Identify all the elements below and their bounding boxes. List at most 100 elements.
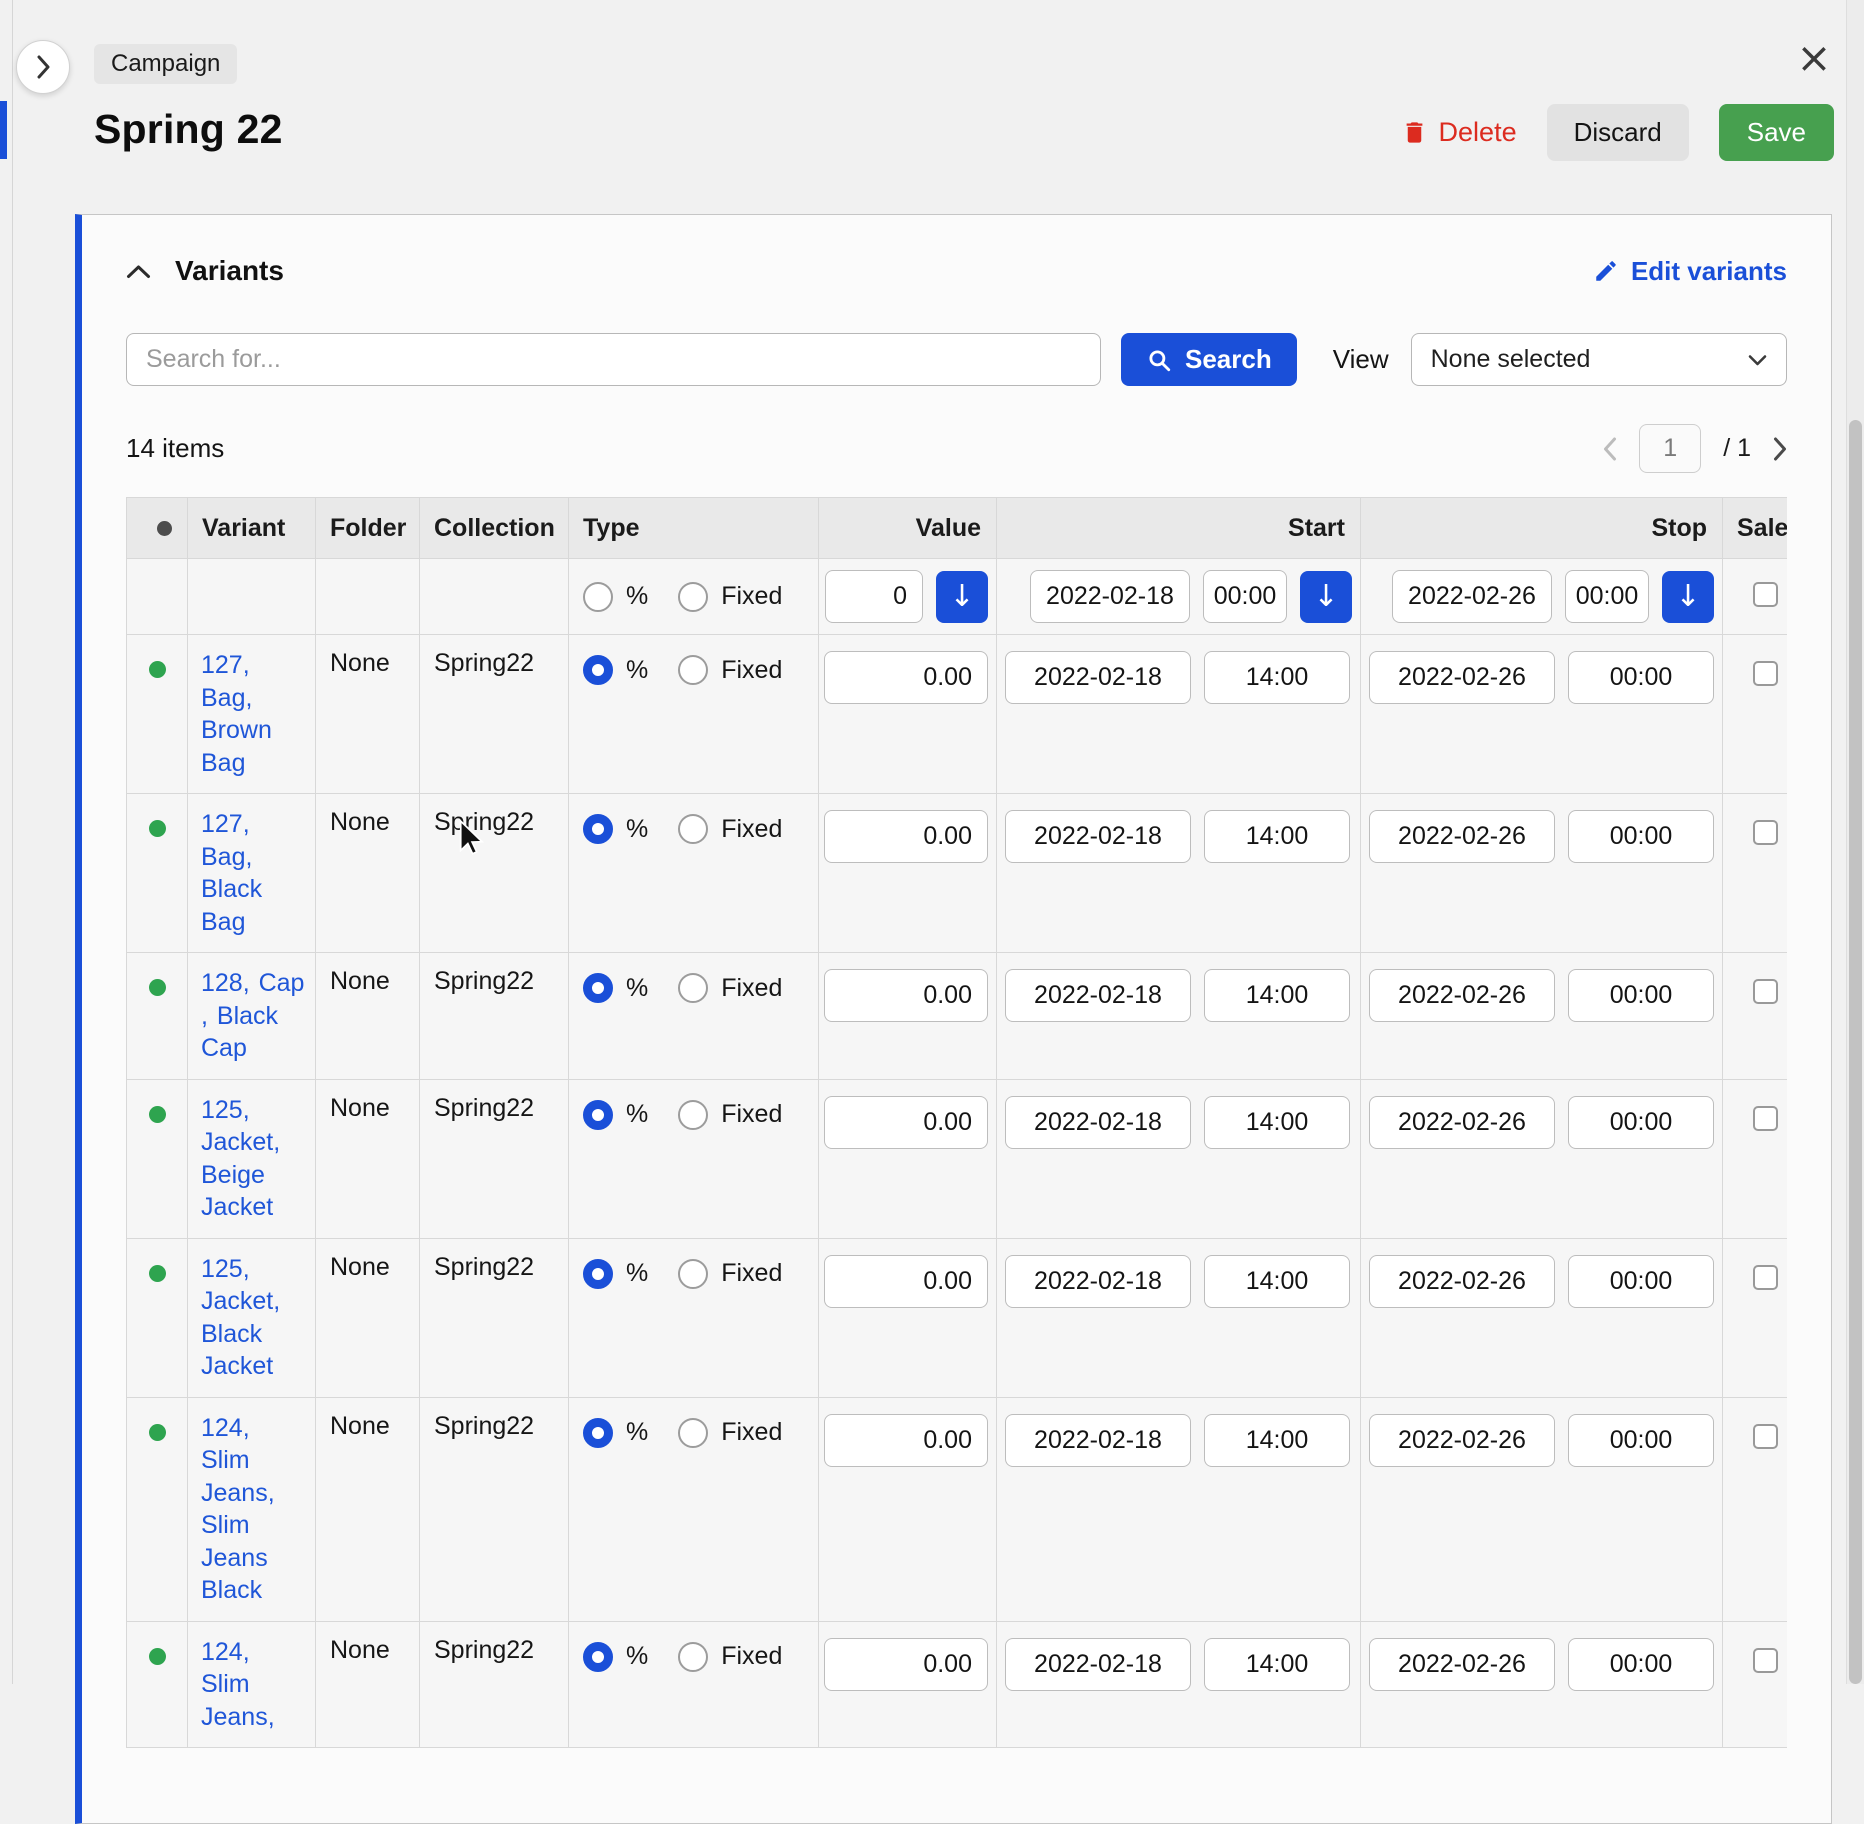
select-all-indicator[interactable]	[157, 521, 172, 536]
apply-start-down-icon[interactable]: ↓	[1300, 571, 1352, 623]
stop-time-input[interactable]	[1568, 810, 1714, 863]
stop-date-input[interactable]	[1369, 1414, 1555, 1467]
variants-card: Variants Edit variants Search View None …	[75, 214, 1832, 1824]
start-time-input[interactable]	[1204, 1414, 1350, 1467]
stop-date-input[interactable]	[1369, 969, 1555, 1022]
sale-checkbox[interactable]	[1753, 1424, 1778, 1449]
edit-variants-link[interactable]: Edit variants	[1593, 256, 1787, 287]
start-date-input[interactable]	[1005, 1638, 1191, 1691]
search-input[interactable]	[126, 333, 1101, 386]
close-icon[interactable]: ×	[1792, 36, 1836, 80]
start-date-input[interactable]	[1005, 810, 1191, 863]
start-date-input[interactable]	[1005, 1414, 1191, 1467]
stop-time-input[interactable]	[1568, 1096, 1714, 1149]
variant-link[interactable]: 124, Slim Jeans, Slim Jeans Black	[188, 1412, 315, 1621]
percent-radio[interactable]	[583, 814, 613, 844]
start-time-input[interactable]	[1204, 651, 1350, 704]
start-time-input[interactable]	[1204, 1638, 1350, 1691]
stop-date-input[interactable]	[1369, 810, 1555, 863]
apply-stop-down-icon[interactable]: ↓	[1662, 571, 1714, 623]
start-date-input[interactable]	[1005, 969, 1191, 1022]
delete-button[interactable]: Delete	[1401, 104, 1517, 161]
value-input[interactable]	[824, 1638, 988, 1691]
value-input[interactable]	[824, 1096, 988, 1149]
value-input[interactable]	[824, 810, 988, 863]
sale-checkbox[interactable]	[1753, 820, 1778, 845]
folder-cell: None	[316, 635, 420, 794]
percent-radio[interactable]	[583, 1259, 613, 1289]
sale-checkbox[interactable]	[1753, 661, 1778, 686]
sale-checkbox[interactable]	[1753, 979, 1778, 1004]
value-input[interactable]	[824, 969, 988, 1022]
folder-cell: None	[316, 1079, 420, 1238]
filter-stop-date-input[interactable]	[1392, 570, 1552, 623]
apply-value-down-icon[interactable]: ↓	[936, 571, 988, 623]
stop-time-input[interactable]	[1568, 969, 1714, 1022]
filter-sale-checkbox[interactable]	[1753, 582, 1778, 607]
value-input[interactable]	[824, 651, 988, 704]
save-button[interactable]: Save	[1719, 104, 1834, 161]
sale-checkbox[interactable]	[1753, 1106, 1778, 1131]
fixed-radio[interactable]	[678, 1100, 708, 1130]
stop-time-input[interactable]	[1568, 1638, 1714, 1691]
variant-link[interactable]: 128, Cap , Black Cap	[188, 967, 315, 1079]
percent-radio[interactable]	[583, 1100, 613, 1130]
col-variant: Variant	[188, 498, 316, 559]
scrollbar-thumb[interactable]	[1849, 420, 1862, 1684]
start-time-input[interactable]	[1204, 810, 1350, 863]
expand-panel-button[interactable]	[16, 40, 70, 94]
variant-link[interactable]: 127, Bag, Black Bag	[188, 808, 315, 952]
collapse-section-button[interactable]	[126, 264, 151, 279]
stop-date-input[interactable]	[1369, 1096, 1555, 1149]
variant-link[interactable]: 124, Slim Jeans,	[188, 1636, 315, 1748]
fixed-radio[interactable]	[678, 1259, 708, 1289]
start-time-input[interactable]	[1204, 1096, 1350, 1149]
status-dot	[149, 1648, 166, 1665]
view-select[interactable]: None selected	[1411, 333, 1787, 386]
sale-checkbox[interactable]	[1753, 1648, 1778, 1673]
table-row: 128, Cap , Black Cap None Spring22 % Fix…	[127, 953, 1788, 1080]
fixed-radio[interactable]	[678, 1418, 708, 1448]
stop-time-input[interactable]	[1568, 1414, 1714, 1467]
start-date-input[interactable]	[1005, 1096, 1191, 1149]
stop-date-input[interactable]	[1369, 651, 1555, 704]
fixed-radio[interactable]	[678, 655, 708, 685]
folder-cell: None	[316, 1621, 420, 1748]
percent-radio[interactable]	[583, 973, 613, 1003]
value-input[interactable]	[824, 1414, 988, 1467]
status-dot	[149, 1106, 166, 1123]
search-button[interactable]: Search	[1121, 333, 1297, 386]
variant-link[interactable]: 127, Bag, Brown Bag	[188, 649, 315, 793]
filter-stop-time-input[interactable]	[1565, 570, 1649, 623]
stop-time-input[interactable]	[1568, 1255, 1714, 1308]
percent-radio[interactable]	[583, 1418, 613, 1448]
fixed-radio[interactable]	[678, 814, 708, 844]
filter-fixed-radio[interactable]	[678, 582, 708, 612]
next-page-icon[interactable]	[1773, 437, 1787, 461]
stop-time-input[interactable]	[1568, 651, 1714, 704]
percent-label: %	[626, 974, 648, 1003]
filter-value-input[interactable]	[825, 570, 923, 623]
discard-button[interactable]: Discard	[1547, 104, 1689, 161]
filter-start-time-input[interactable]	[1203, 570, 1287, 623]
pencil-icon	[1593, 258, 1619, 284]
stop-date-input[interactable]	[1369, 1255, 1555, 1308]
fixed-radio[interactable]	[678, 1642, 708, 1672]
prev-page-icon[interactable]	[1603, 437, 1617, 461]
percent-label: %	[626, 815, 648, 844]
filter-percent-radio[interactable]	[583, 582, 613, 612]
fixed-radio[interactable]	[678, 973, 708, 1003]
variant-link[interactable]: 125, Jacket, Black Jacket	[188, 1253, 315, 1397]
variant-link[interactable]: 125, Jacket, Beige Jacket	[188, 1094, 315, 1238]
value-input[interactable]	[824, 1255, 988, 1308]
start-date-input[interactable]	[1005, 1255, 1191, 1308]
percent-radio[interactable]	[583, 1642, 613, 1672]
percent-radio[interactable]	[583, 655, 613, 685]
start-date-input[interactable]	[1005, 651, 1191, 704]
page-number-box[interactable]: 1	[1639, 424, 1701, 473]
filter-start-date-input[interactable]	[1030, 570, 1190, 623]
start-time-input[interactable]	[1204, 969, 1350, 1022]
sale-checkbox[interactable]	[1753, 1265, 1778, 1290]
start-time-input[interactable]	[1204, 1255, 1350, 1308]
stop-date-input[interactable]	[1369, 1638, 1555, 1691]
